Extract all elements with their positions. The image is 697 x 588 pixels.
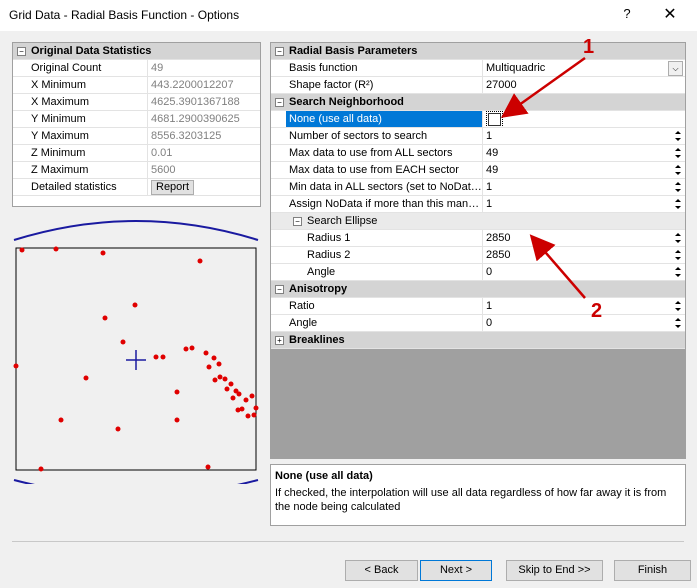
back-button[interactable]: < Back bbox=[345, 560, 418, 581]
next-button[interactable]: Next > bbox=[420, 560, 492, 581]
footer-separator bbox=[12, 541, 684, 542]
callout-arrow-2 bbox=[529, 234, 586, 299]
callout-label-2: 2 bbox=[591, 300, 603, 322]
callout-arrow-1 bbox=[500, 56, 586, 118]
annotation-arrows bbox=[500, 56, 586, 299]
skip-to-end-button[interactable]: Skip to End >> bbox=[506, 560, 603, 581]
callout-label-1: 1 bbox=[583, 36, 595, 58]
finish-button[interactable]: Finish bbox=[614, 560, 691, 581]
